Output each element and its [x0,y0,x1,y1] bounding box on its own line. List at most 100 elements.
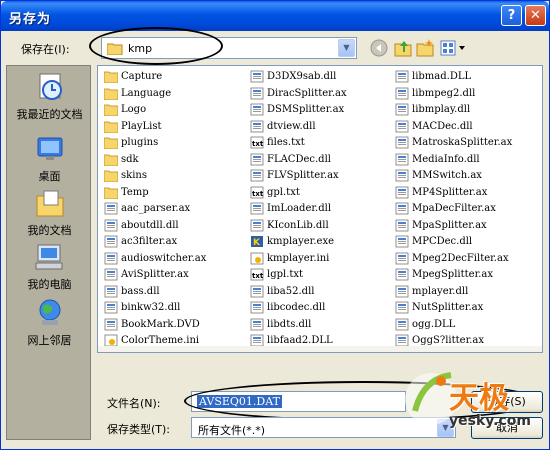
file-name-label: 文件名(N): [107,397,161,410]
file-name: ac3filter.ax [121,236,178,247]
place-label: 桌面 [38,170,61,183]
annotation-ellipse [89,27,223,65]
file-name: FLVSplitter.ax [267,170,339,181]
text-file-icon: txt [250,136,264,149]
new-folder-icon[interactable] [415,38,435,58]
folder-icon [104,121,118,133]
dll-file-icon [395,70,409,83]
dll-file-icon [250,153,264,165]
dll-file-icon [250,301,264,314]
horizontal-scrollbar[interactable] [98,346,542,352]
watermark-url: yesky.com [449,413,531,429]
save-as-dialog: 另存为 ? ✕ 保存在(I): kmp ▼ 我最近的文档 桌面 我的文档 我的电… [0,0,550,450]
settings-file-icon [250,252,264,264]
my-documents-icon [36,190,63,217]
file-name: aboutdll.dll [121,219,179,231]
file-name: MPCDec.dll [412,236,473,247]
file-name: MediaInfo.dll [412,153,480,165]
dll-file-icon [250,202,264,215]
dll-file-icon [395,136,409,149]
file-name: OggS?litter.ax [412,335,485,346]
file-name: libmpeg2.dll [412,87,476,99]
file-name: MpaDecFilter.ax [412,203,496,214]
file-name: libmad.DLL [412,71,472,82]
dll-file-icon [395,318,409,330]
dll-file-icon [395,103,409,116]
my-computer-icon [35,244,62,270]
file-name: MpegSplitter.ax [412,269,494,280]
folder-icon [104,154,118,166]
place-label: 我的电脑 [27,278,72,291]
up-folder-icon[interactable] [393,38,413,58]
dll-file-icon [395,186,409,198]
recent-docs-icon [39,73,62,100]
file-name: gpl.txt [267,186,300,198]
place-desktop[interactable]: 桌面 [7,134,92,184]
chevron-down-icon[interactable]: ▼ [338,39,355,57]
file-name: libmplay.dll [412,104,471,115]
file-name: DiracSplitter.ax [267,87,347,99]
dll-file-icon [104,285,118,297]
svg-text:txt: txt [252,190,264,198]
dialog-title: 另存为 [9,12,52,27]
dll-file-icon [395,169,409,182]
place-label: 我最近的文档 [16,108,83,121]
file-name: bass.dll [121,285,160,297]
file-name: BookMark.DVD [121,318,200,330]
svg-text:K: K [253,238,261,248]
title-bar[interactable]: 另存为 ? ✕ [1,1,549,31]
help-button[interactable]: ? [501,5,522,26]
dll-file-icon [250,169,264,182]
text-file-icon: txt [250,268,264,281]
file-name: dtview.dll [267,120,316,132]
file-name: libcodec.dll [267,302,326,313]
file-name: libdts.dll [267,318,312,330]
svg-text:txt: txt [252,140,264,148]
place-recent-docs[interactable]: 我最近的文档 [7,72,92,122]
file-name: Temp [121,186,149,198]
dll-file-icon [104,219,118,231]
file-name: KIconLib.dll [267,219,329,231]
dll-file-icon [395,153,409,165]
dll-file-icon [395,202,409,215]
dll-file-icon [395,268,409,281]
dll-file-icon [395,120,409,132]
file-name: NutSplitter.ax [412,302,484,313]
network-icon [39,299,60,325]
file-name: ogg.DLL [412,318,456,330]
file-name: MACDec.dll [412,120,473,132]
file-name: DSMSplitter.ax [267,104,345,115]
close-button[interactable]: ✕ [525,5,546,26]
back-icon[interactable] [369,38,389,58]
file-name: plugins [121,137,159,148]
watermark-text: 天极 [449,381,509,416]
file-list[interactable]: Capture Language Logo PlayList plugins sdk ski… [97,65,543,353]
folder-icon [104,88,118,100]
dll-file-icon [250,219,264,231]
dll-file-icon [250,103,264,116]
place-label: 网上邻居 [27,334,72,347]
file-name: kmplayer.ini [267,252,330,264]
file-type-label: 保存类型(T): [107,423,171,436]
dll-file-icon [104,318,118,330]
folder-icon [104,104,118,116]
dll-file-icon [395,219,409,231]
dll-file-icon [395,235,409,248]
file-name: aac_parser.ax [121,203,191,214]
file-name: MP4Splitter.ax [412,186,488,198]
file-name: lgpl.txt [267,269,304,280]
dll-file-icon [250,120,264,132]
file-name: audioswitcher.ax [121,252,207,264]
file-name: kmplayer.exe [267,236,335,247]
place-my-documents[interactable]: 我的文档 [7,188,92,238]
folder-icon [104,71,118,83]
file-name: skins [121,170,147,181]
place-label: 我的文档 [27,224,72,237]
file-name: files.txt [267,137,305,148]
app-icon: K [251,236,263,248]
file-name: MMSwitch.ax [412,170,482,181]
view-menu-icon[interactable] [439,38,467,58]
place-my-computer[interactable]: 我的电脑 [7,242,92,292]
file-name: MpaSplitter.ax [412,219,487,231]
place-network[interactable]: 网上邻居 [7,298,92,348]
